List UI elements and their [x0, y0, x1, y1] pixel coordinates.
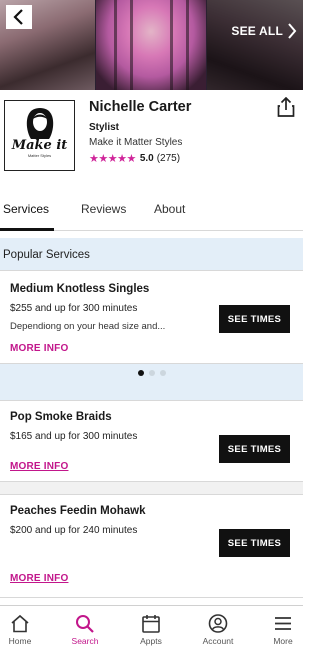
tab-services[interactable]: Services: [3, 202, 49, 216]
see-times-button[interactable]: SEE TIMES: [219, 529, 290, 557]
service-name: Medium Knotless Singles: [10, 283, 150, 295]
service-name: Peaches Feedin Mohawk: [10, 505, 146, 517]
search-icon: [76, 615, 94, 633]
service-price: $255 and up for 300 minutes: [10, 303, 138, 314]
carousel-dot[interactable]: [137, 370, 144, 376]
stylist-name: Nichelle Carter: [89, 99, 192, 115]
nav-search[interactable]: Search: [55, 606, 115, 655]
nav-more[interactable]: More: [253, 606, 313, 655]
logo-subtext: Matter Styles: [27, 153, 52, 158]
calendar-icon: [142, 615, 160, 633]
account-icon: [208, 614, 228, 633]
service-price: $200 and up for 240 minutes: [10, 525, 138, 536]
section-title: Popular Services: [3, 249, 90, 261]
nav-account[interactable]: Account: [188, 606, 248, 655]
nav-label: Account: [202, 636, 234, 646]
business-logo: Make it Matter Styles: [4, 100, 75, 171]
carousel-dot[interactable]: [159, 370, 166, 376]
stylist-silhouette: [26, 108, 54, 139]
home-icon: [11, 614, 29, 633]
nav-label: Search: [71, 636, 99, 646]
carousel-dot[interactable]: [148, 370, 155, 376]
more-info-link[interactable]: MORE INFO: [10, 343, 68, 354]
nav-appts[interactable]: Appts: [121, 606, 181, 655]
active-tab-indicator: [0, 228, 54, 231]
photo-gallery[interactable]: SEE ALL: [0, 0, 303, 90]
share-icon: [277, 96, 295, 117]
stylist-profile: Make it Matter Styles Nichelle Carter St…: [0, 90, 303, 182]
gallery-photo[interactable]: [96, 0, 206, 90]
back-arrow-icon: [13, 9, 23, 25]
menu-icon: [275, 617, 291, 630]
chevron-right-icon: [288, 23, 297, 39]
nav-label: Appts: [140, 636, 162, 646]
service-card[interactable]: Peaches Feedin Mohawk $200 and up for 24…: [0, 494, 303, 598]
share-button[interactable]: [277, 96, 295, 122]
see-times-button[interactable]: SEE TIMES: [219, 305, 290, 333]
service-price: $165 and up for 300 minutes: [10, 431, 138, 442]
see-all-button[interactable]: SEE ALL: [231, 22, 297, 40]
business-name: Make it Matter Styles: [89, 137, 183, 148]
rating-score: 5.0: [139, 153, 154, 164]
nav-label: More: [273, 636, 293, 646]
review-count: (275): [156, 153, 181, 164]
bottom-navigation: Home Search Appts Account More: [0, 605, 303, 655]
tab-reviews[interactable]: Reviews: [81, 202, 126, 216]
see-all-label: SEE ALL: [231, 24, 283, 38]
more-info-link[interactable]: MORE INFO: [10, 461, 68, 472]
logo-text: Make it: [11, 138, 68, 153]
service-name: Pop Smoke Braids: [10, 411, 112, 423]
more-info-link[interactable]: MORE INFO: [10, 573, 68, 584]
service-card[interactable]: Pop Smoke Braids $165 and up for 300 min…: [0, 400, 303, 482]
carousel-dots[interactable]: [0, 370, 303, 376]
service-description: Dependiong on your head size and...: [10, 321, 166, 332]
star-rating-icon: ★★★★★: [89, 153, 136, 165]
profile-tabs: Services Reviews About: [0, 195, 303, 231]
stylist-role: Stylist: [89, 122, 120, 133]
back-button[interactable]: [6, 5, 32, 29]
nav-home[interactable]: Home: [0, 606, 50, 655]
nav-label: Home: [8, 636, 32, 646]
rating[interactable]: ★★★★★ 5.0 (275): [89, 152, 180, 165]
service-card-popular[interactable]: Medium Knotless Singles $255 and up for …: [0, 270, 303, 364]
tab-about[interactable]: About: [154, 202, 185, 216]
see-times-button[interactable]: SEE TIMES: [219, 435, 290, 463]
